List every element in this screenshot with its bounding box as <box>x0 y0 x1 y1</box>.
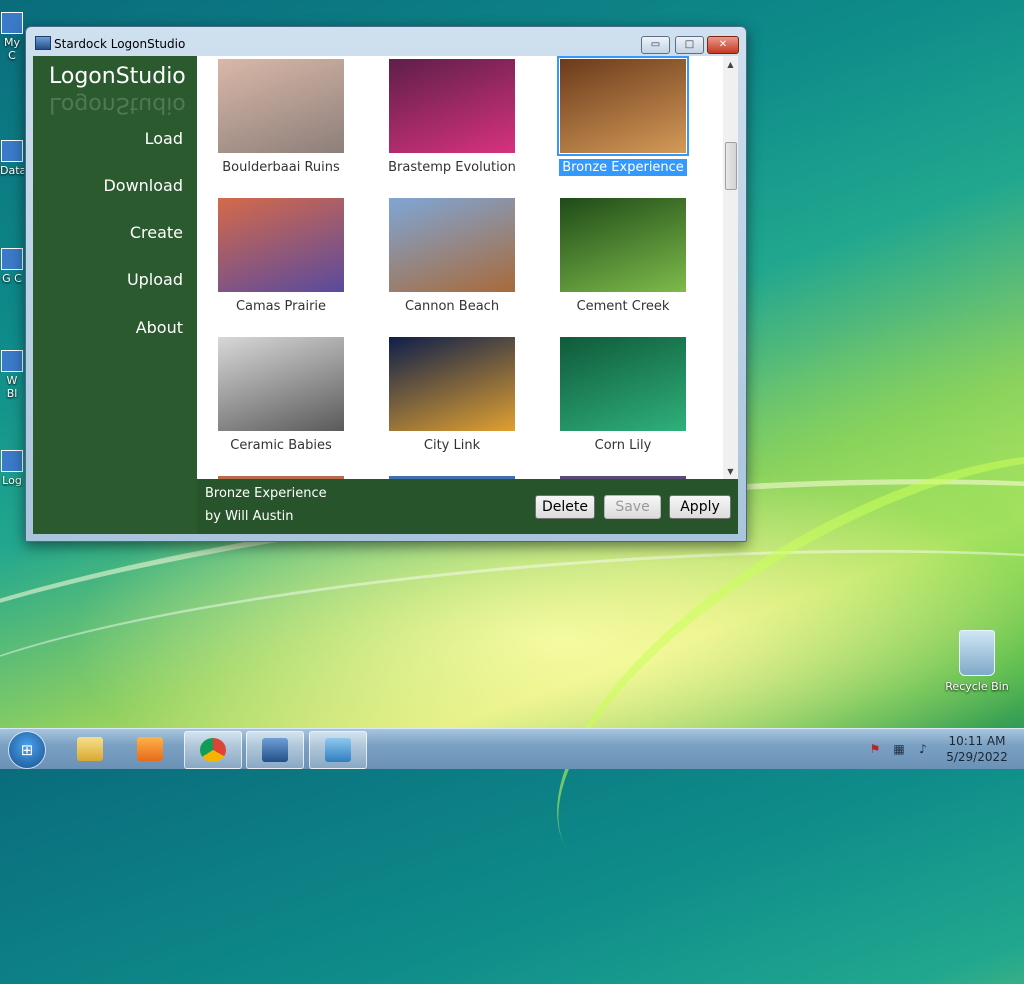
desktop-icon-g[interactable]: G C <box>0 248 24 285</box>
gallery-item[interactable]: Boulderbaai Ruins <box>206 59 356 176</box>
gallery-item-caption: Cannon Beach <box>404 299 500 314</box>
volume-icon[interactable]: ♪ <box>916 742 930 756</box>
desktop-icon-recycle-bin[interactable]: Recycle Bin <box>940 630 1014 693</box>
gallery-thumbnail <box>389 198 515 292</box>
gallery-scrollbar[interactable]: ▲ ▼ <box>723 56 738 479</box>
gallery-thumbnail <box>389 337 515 431</box>
window-title: Stardock LogonStudio <box>54 37 186 51</box>
gallery-item-caption: Boulderbaai Ruins <box>222 160 340 175</box>
scrollbar-thumb[interactable] <box>725 142 737 190</box>
taskbar-explorer[interactable] <box>62 731 118 767</box>
gallery-item-caption: Camas Prairie <box>235 299 327 314</box>
app-name-reflection: LogonStudio <box>49 92 186 117</box>
network-icon[interactable]: ▦ <box>892 742 906 756</box>
logonstudio-icon <box>262 738 288 762</box>
gallery-item-caption: Brastemp Evolution <box>388 160 516 175</box>
shortcut-icon <box>1 248 23 270</box>
scroll-down-arrow-icon[interactable]: ▼ <box>723 465 738 479</box>
app-name-logo: LogonStudio <box>49 64 186 89</box>
desktop-icon-w[interactable]: W Bl <box>0 350 24 400</box>
logon-gallery: Boulderbaai Ruins Brastemp Evolution Bro… <box>197 56 723 479</box>
gallery-thumbnail <box>389 59 515 153</box>
gallery-item[interactable]: Camas Prairie <box>206 198 356 315</box>
shortcut-icon <box>1 140 23 162</box>
sidebar: LogonStudio LogonStudio Load Download Cr… <box>33 56 197 534</box>
selected-logon-name: Bronze Experience <box>205 486 327 501</box>
desktop-icon-data[interactable]: Data <box>0 140 24 177</box>
gallery-thumbnail <box>218 198 344 292</box>
action-center-flag-icon[interactable]: ⚑ <box>868 742 882 756</box>
logonstudio-window: Stardock LogonStudio ▭ □ ✕ LogonStudio L… <box>25 26 747 542</box>
app-icon <box>35 36 51 50</box>
maximize-button[interactable]: □ <box>675 36 704 54</box>
gallery-item-caption: Ceramic Babies <box>230 438 332 453</box>
gallery-item-caption: Bronze Experience <box>559 159 687 176</box>
gallery-item-caption: Cement Creek <box>576 299 670 314</box>
selected-logon-author: by Will Austin <box>205 509 294 524</box>
taskbar-photo[interactable] <box>309 731 367 769</box>
desktop-icon-label: My C <box>3 36 20 62</box>
computer-icon <box>1 12 23 34</box>
chrome-icon <box>200 738 226 762</box>
gallery-item-caption: Corn Lily <box>594 438 652 453</box>
save-button[interactable]: Save <box>604 495 661 519</box>
title-bar[interactable]: Stardock LogonStudio ▭ □ ✕ <box>26 27 746 57</box>
close-button[interactable]: ✕ <box>707 36 739 54</box>
gallery-thumbnail <box>560 337 686 431</box>
gallery-item[interactable]: Cement Creek <box>548 198 698 315</box>
wallpaper-swoosh <box>0 511 1024 832</box>
desktop-icon-log[interactable]: Log <box>0 450 24 487</box>
media-player-icon <box>137 737 163 761</box>
shortcut-icon <box>1 450 23 472</box>
minimize-button[interactable]: ▭ <box>641 36 670 54</box>
nav-load[interactable]: Load <box>145 129 183 148</box>
delete-button[interactable]: Delete <box>535 495 595 519</box>
desktop-icon-label: Log <box>2 474 22 487</box>
nav-create[interactable]: Create <box>130 223 183 242</box>
gallery-thumbnail <box>557 56 689 156</box>
gallery-item[interactable]: Cannon Beach <box>377 198 527 315</box>
window-client: LogonStudio LogonStudio Load Download Cr… <box>33 56 738 534</box>
taskbar-logonstudio[interactable] <box>246 731 304 769</box>
desktop-icon-my-computer[interactable]: My C <box>0 12 24 62</box>
scroll-up-arrow-icon[interactable]: ▲ <box>723 58 738 72</box>
start-button[interactable]: ⊞ <box>8 731 46 769</box>
nav-about[interactable]: About <box>136 318 183 337</box>
gallery-item[interactable]: Brastemp Evolution <box>377 59 527 176</box>
recycle-bin-icon <box>959 630 995 676</box>
system-tray: ⚑ ▦ ♪ 10:11 AM 5/29/2022 <box>860 729 1024 769</box>
desktop-icon-label: G C <box>2 272 22 285</box>
gallery-item[interactable]: Ceramic Babies <box>206 337 356 454</box>
details-footer: Bronze Experience by Will Austin Delete … <box>197 479 738 534</box>
taskbar-media-player[interactable] <box>122 731 178 767</box>
gallery-thumbnail <box>560 198 686 292</box>
gallery-item[interactable]: Corn Lily <box>548 337 698 454</box>
picture-icon <box>325 738 351 762</box>
gallery-item[interactable]: City Link <box>377 337 527 454</box>
gallery-thumbnail <box>218 59 344 153</box>
desktop-icon-label: Recycle Bin <box>945 680 1009 693</box>
desktop-icon-label: W Bl <box>6 374 18 400</box>
nav-download[interactable]: Download <box>103 176 183 195</box>
shortcut-icon <box>1 350 23 372</box>
clock-date[interactable]: 5/29/2022 <box>942 750 1012 764</box>
taskbar-chrome[interactable] <box>184 731 242 769</box>
folder-icon <box>77 737 103 761</box>
apply-button[interactable]: Apply <box>669 495 731 519</box>
gallery-thumbnail <box>218 337 344 431</box>
gallery-item-selected[interactable]: Bronze Experience <box>548 56 698 176</box>
nav-upload[interactable]: Upload <box>127 270 183 289</box>
desktop-icon-label: Data <box>0 164 24 177</box>
gallery-item-caption: City Link <box>423 438 481 453</box>
clock-time[interactable]: 10:11 AM <box>942 734 1012 748</box>
taskbar: ⊞ ⚑ ▦ ♪ 10:11 AM 5/29/2022 <box>0 728 1024 769</box>
